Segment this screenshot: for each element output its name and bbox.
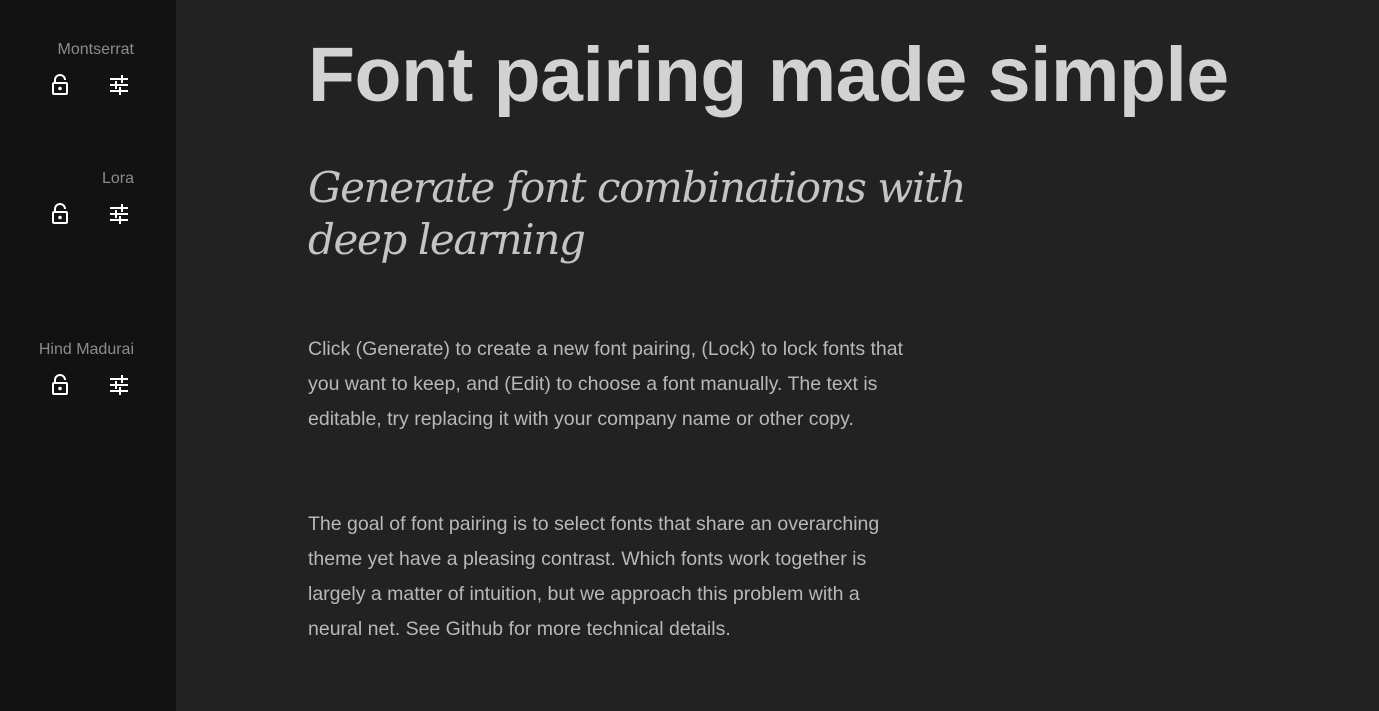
font-name-label-subheading: Lora (101, 170, 134, 187)
body-paragraph-instructions[interactable]: Click (Generate) to create a new font pa… (308, 332, 908, 437)
body-paragraph-about[interactable]: The goal of font pairing is to select fo… (308, 507, 908, 647)
lock-heading-font-button[interactable] (48, 73, 72, 97)
subheadline-text[interactable]: Generate font combinations with deep lea… (308, 162, 1008, 266)
lock-open-icon (52, 74, 68, 95)
lock-open-icon (52, 203, 68, 224)
lock-body-font-button[interactable] (48, 373, 72, 397)
edit-subheading-font-button[interactable] (107, 202, 131, 226)
app-page: Montserrat Lora Hind Madurai Font pairin… (0, 0, 1379, 711)
tune-sliders-icon (110, 204, 128, 224)
edit-heading-font-button[interactable] (107, 73, 131, 97)
preview-area: Font pairing made simple Generate font c… (176, 0, 1379, 711)
lock-subheading-font-button[interactable] (48, 202, 72, 226)
font-sidebar: Montserrat Lora Hind Madurai (0, 0, 176, 711)
tune-sliders-icon (110, 375, 128, 395)
lock-open-icon (52, 374, 68, 395)
font-name-label-heading: Montserrat (57, 41, 134, 58)
edit-body-font-button[interactable] (107, 373, 131, 397)
tune-sliders-icon (110, 75, 128, 95)
headline-text[interactable]: Font pairing made simple (308, 30, 1229, 120)
font-name-label-body: Hind Madurai (38, 341, 134, 358)
